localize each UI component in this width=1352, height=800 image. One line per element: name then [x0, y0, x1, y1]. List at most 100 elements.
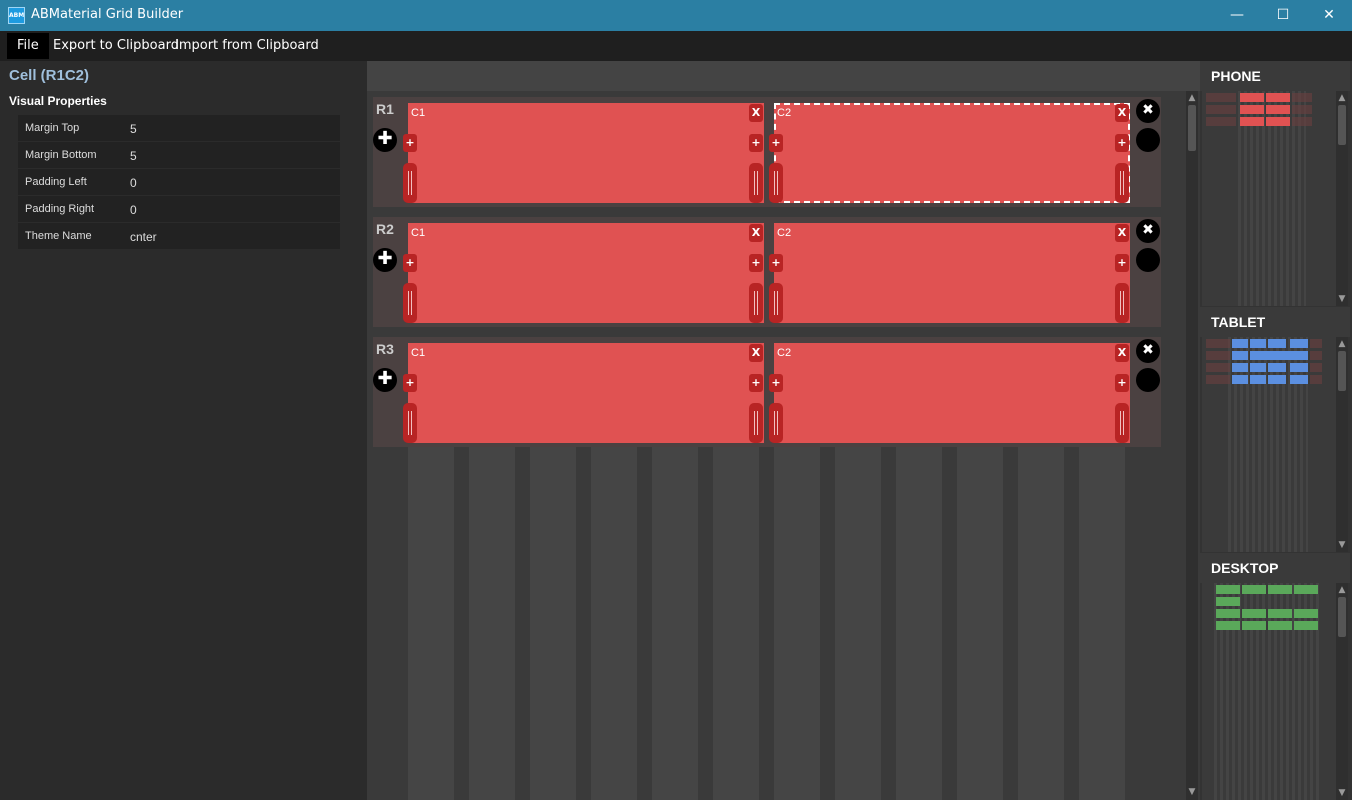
desktop-scrollbar[interactable]: ▲ ▼ [1336, 583, 1348, 800]
remove-cell-icon[interactable]: X [1115, 344, 1129, 362]
add-cell-right-icon[interactable]: + [749, 134, 763, 152]
scroll-down-icon[interactable]: ▼ [1336, 788, 1348, 798]
property-value[interactable]: 5 [130, 149, 137, 163]
remove-row-icon[interactable]: ✖ [1136, 339, 1160, 363]
column-guide [774, 444, 820, 800]
grid-cell[interactable]: C2 X + + [769, 223, 1130, 323]
resize-right-handle[interactable] [1115, 283, 1129, 323]
scroll-thumb[interactable] [1188, 105, 1196, 151]
scroll-down-icon[interactable]: ▼ [1186, 787, 1198, 797]
scroll-up-icon[interactable]: ▲ [1186, 93, 1198, 103]
remove-cell-icon[interactable]: X [749, 224, 763, 242]
add-cell-right-icon[interactable]: + [1115, 254, 1129, 272]
menu-import-clipboard[interactable]: Import from Clipboard [165, 33, 329, 59]
grid-cell[interactable]: C2 X + + [769, 343, 1130, 443]
resize-left-handle[interactable] [769, 283, 783, 323]
grid-row[interactable]: R2 ✚ ✖ C1 X + + C2 X + + [373, 217, 1161, 327]
phone-preview[interactable] [1202, 91, 1336, 306]
resize-right-handle[interactable] [749, 283, 763, 323]
row-options-icon[interactable] [1136, 368, 1160, 392]
resize-left-handle[interactable] [769, 403, 783, 443]
resize-left-handle[interactable] [403, 403, 417, 443]
row-options-icon[interactable] [1136, 128, 1160, 152]
property-row[interactable]: Padding Left 0 [18, 169, 340, 196]
add-cell-right-icon[interactable]: + [1115, 134, 1129, 152]
tablet-preview[interactable] [1202, 337, 1336, 552]
add-cell-left-icon[interactable]: + [403, 374, 417, 392]
property-value[interactable]: 0 [130, 176, 137, 190]
scroll-up-icon[interactable]: ▲ [1336, 93, 1348, 103]
add-cell-left-icon[interactable]: + [403, 134, 417, 152]
phone-preview-title: PHONE [1200, 61, 1350, 91]
remove-cell-icon[interactable]: X [1115, 224, 1129, 242]
row-options-icon[interactable] [1136, 248, 1160, 272]
column-guide [713, 444, 759, 800]
mini-row [1204, 117, 1314, 127]
mini-cell [1242, 585, 1266, 594]
grid-cell[interactable]: C1 X + + [403, 343, 764, 443]
add-cell-left-icon[interactable]: + [769, 374, 783, 392]
scroll-up-icon[interactable]: ▲ [1336, 585, 1348, 595]
mini-cell [1268, 585, 1292, 594]
window-title: ABMaterial Grid Builder [31, 7, 184, 22]
resize-right-handle[interactable] [749, 163, 763, 203]
add-cell-icon[interactable]: ✚ [373, 368, 397, 392]
mini-cell [1206, 117, 1236, 126]
scroll-down-icon[interactable]: ▼ [1336, 294, 1348, 304]
scroll-thumb[interactable] [1338, 351, 1346, 391]
close-button[interactable]: ✕ [1306, 0, 1352, 31]
property-row[interactable]: Padding Right 0 [18, 196, 340, 223]
mini-cell [1232, 351, 1248, 360]
resize-left-handle[interactable] [769, 163, 783, 203]
phone-scrollbar[interactable]: ▲ ▼ [1336, 91, 1348, 306]
property-value[interactable]: 5 [130, 122, 137, 136]
add-cell-left-icon[interactable]: + [769, 254, 783, 272]
maximize-button[interactable]: ☐ [1260, 0, 1306, 31]
mini-cell [1266, 93, 1290, 102]
grid-row[interactable]: R3 ✚ ✖ C1 X + + C2 X + + [373, 337, 1161, 447]
visual-properties-heading: Visual Properties [9, 94, 107, 108]
tablet-scrollbar[interactable]: ▲ ▼ [1336, 337, 1348, 552]
add-cell-left-icon[interactable]: + [403, 254, 417, 272]
resize-right-handle[interactable] [749, 403, 763, 443]
add-cell-left-icon[interactable]: + [769, 134, 783, 152]
mini-cell [1250, 363, 1266, 372]
resize-right-handle[interactable] [1115, 163, 1129, 203]
mini-cell [1206, 105, 1236, 114]
remove-cell-icon[interactable]: X [1115, 104, 1129, 122]
property-row[interactable]: Margin Top 5 [18, 115, 340, 142]
add-cell-icon[interactable]: ✚ [373, 128, 397, 152]
scroll-thumb[interactable] [1338, 105, 1346, 145]
grid-cell[interactable]: C1 X + + [403, 103, 764, 203]
property-value[interactable]: cnter [130, 230, 157, 244]
remove-row-icon[interactable]: ✖ [1136, 219, 1160, 243]
remove-cell-icon[interactable]: X [749, 344, 763, 362]
remove-cell-icon[interactable]: X [749, 104, 763, 122]
resize-left-handle[interactable] [403, 283, 417, 323]
column-guide [1018, 444, 1064, 800]
property-value[interactable]: 0 [130, 203, 137, 217]
property-row[interactable]: Margin Bottom 5 [18, 142, 340, 169]
minimize-button[interactable]: — [1214, 0, 1260, 31]
cell-label: C1 [411, 347, 426, 359]
mini-cell [1206, 93, 1236, 102]
add-cell-right-icon[interactable]: + [1115, 374, 1129, 392]
remove-row-icon[interactable]: ✖ [1136, 99, 1160, 123]
add-cell-icon[interactable]: ✚ [373, 248, 397, 272]
scroll-up-icon[interactable]: ▲ [1336, 339, 1348, 349]
scroll-thumb[interactable] [1338, 597, 1346, 637]
canvas-scrollbar[interactable]: ▲ ▼ [1186, 91, 1198, 800]
resize-left-handle[interactable] [403, 163, 417, 203]
mini-cell [1216, 609, 1240, 618]
column-guides [408, 444, 1148, 800]
grid-row[interactable]: R1 ✚ ✖ C1 X + + C2 X + + [373, 97, 1161, 207]
add-cell-right-icon[interactable]: + [749, 254, 763, 272]
add-cell-right-icon[interactable]: + [749, 374, 763, 392]
mini-cell [1294, 621, 1318, 630]
desktop-preview[interactable] [1202, 583, 1336, 800]
grid-cell[interactable]: C2 X + + [769, 103, 1130, 203]
resize-right-handle[interactable] [1115, 403, 1129, 443]
grid-cell[interactable]: C1 X + + [403, 223, 764, 323]
scroll-down-icon[interactable]: ▼ [1336, 540, 1348, 550]
property-row[interactable]: Theme Name cnter [18, 223, 340, 250]
